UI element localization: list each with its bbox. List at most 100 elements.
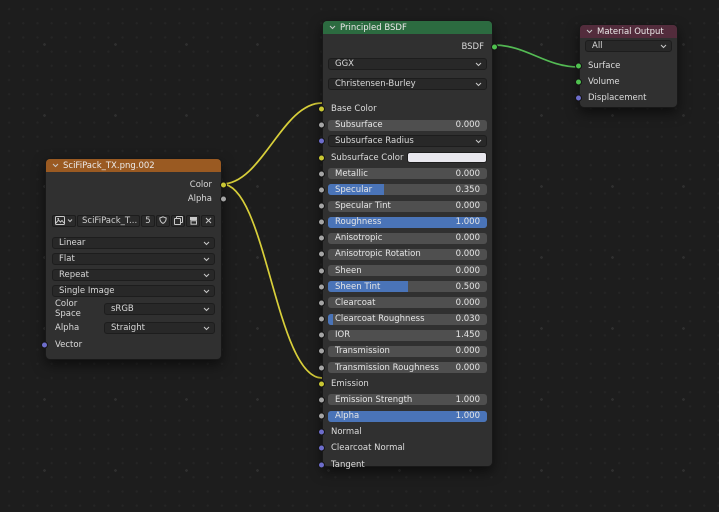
alpha-mode-row: Alpha Straight: [52, 321, 215, 334]
displacement-input-socket[interactable]: [575, 95, 582, 102]
alpha-output-label: Alpha: [188, 194, 212, 204]
row-clearcoat-normal: Clearcoat Normal: [328, 440, 487, 456]
clearcoat-roughness-slider[interactable]: Clearcoat Roughness0.030: [328, 314, 487, 325]
sheen-slider[interactable]: Sheen0.000: [328, 265, 487, 276]
row-tangent: Tangent: [328, 456, 487, 472]
alpha-slider[interactable]: Alpha1.000: [328, 411, 487, 422]
tangent-input-socket[interactable]: [318, 461, 325, 468]
row-anisotropic: Anisotropic0.000: [328, 230, 487, 246]
transmission-slider[interactable]: Transmission0.000: [328, 346, 487, 357]
sheen-tint-slider[interactable]: Sheen Tint0.500: [328, 281, 487, 292]
row-transmission-roughness: Transmission Roughness0.000: [328, 360, 487, 376]
image-name-field[interactable]: SciFiPack_T...: [77, 215, 140, 227]
subsurface-method-dropdown[interactable]: Christensen-Burley: [328, 78, 487, 90]
transmission-roughness-input-socket[interactable]: [318, 364, 325, 371]
roughness-input-socket[interactable]: [318, 219, 325, 226]
wire-color-to-emission[interactable]: [222, 184, 322, 378]
ior-input-socket[interactable]: [318, 332, 325, 339]
surface-input-socket[interactable]: [575, 63, 582, 70]
clearcoat-normal-input-socket[interactable]: [318, 445, 325, 452]
specular-input-socket[interactable]: [318, 186, 325, 193]
chevron-down-icon: [475, 62, 482, 67]
clearcoat-input-socket[interactable]: [318, 299, 325, 306]
new-image-button[interactable]: [171, 215, 185, 227]
subsurface-color-input-socket[interactable]: [318, 154, 325, 161]
specular-tint-input-socket[interactable]: [318, 203, 325, 210]
image-users-count[interactable]: 5: [141, 215, 155, 227]
copy-icon: [174, 216, 183, 225]
emission-strength-slider[interactable]: Emission Strength1.000: [328, 394, 487, 405]
ior-slider[interactable]: IOR1.450: [328, 330, 487, 341]
row-ior: IOR1.450: [328, 327, 487, 343]
wire-color-to-basecolor[interactable]: [222, 103, 322, 184]
specular-slider[interactable]: Specular0.350: [328, 184, 487, 195]
subsurface-radius-input-socket[interactable]: [318, 138, 325, 145]
subsurface-radius-dropdown[interactable]: Subsurface Radius: [328, 135, 487, 147]
principled-bsdf-node[interactable]: Principled BSDF BSDF GGX Christensen-Bur…: [322, 20, 493, 467]
shield-icon: [159, 216, 167, 225]
image-browse-button[interactable]: [52, 215, 76, 227]
row-roughness: Roughness1.000: [328, 214, 487, 230]
chevron-down-icon: [203, 273, 210, 278]
target-dropdown[interactable]: All: [585, 40, 672, 52]
row-specular: Specular0.350: [328, 182, 487, 198]
alpha-mode-label: Alpha: [52, 323, 104, 333]
source-dropdown[interactable]: Single Image: [52, 285, 215, 297]
anisotropic-rotation-slider[interactable]: Anisotropic Rotation0.000: [328, 249, 487, 260]
vector-input-socket[interactable]: [41, 341, 48, 348]
node-editor-canvas[interactable]: SciFiPack_TX.png.002 Color Alpha: [0, 0, 719, 512]
wire-bsdf-to-surface[interactable]: [493, 45, 579, 67]
principled-bsdf-node-header[interactable]: Principled BSDF: [323, 21, 492, 34]
row-emission-strength: Emission Strength1.000: [328, 392, 487, 408]
anisotropic-input-socket[interactable]: [318, 235, 325, 242]
subsurface-color-swatch[interactable]: [407, 152, 487, 163]
volume-input-row: Volume: [585, 74, 672, 90]
emission-strength-input-socket[interactable]: [318, 396, 325, 403]
sheen-tint-input-socket[interactable]: [318, 283, 325, 290]
pack-image-button[interactable]: [186, 215, 200, 227]
transmission-input-socket[interactable]: [318, 348, 325, 355]
row-transmission: Transmission0.000: [328, 343, 487, 359]
emission-input-socket[interactable]: [318, 380, 325, 387]
row-alpha: Alpha1.000: [328, 408, 487, 424]
transmission-roughness-slider[interactable]: Transmission Roughness0.000: [328, 362, 487, 373]
base-color-input-socket[interactable]: [318, 106, 325, 113]
image-icon: [55, 216, 65, 225]
subsurface-slider[interactable]: Subsurface0.000: [328, 120, 487, 131]
color-space-dropdown[interactable]: sRGB: [104, 303, 215, 315]
distribution-dropdown[interactable]: GGX: [328, 58, 487, 70]
chevron-down-icon: [203, 326, 210, 331]
sheen-input-socket[interactable]: [318, 267, 325, 274]
image-datablock-selector: SciFiPack_T... 5: [52, 214, 215, 227]
anisotropic-slider[interactable]: Anisotropic0.000: [328, 233, 487, 244]
color-output-socket[interactable]: [220, 182, 227, 189]
fake-user-button[interactable]: [156, 215, 170, 227]
interpolation-dropdown[interactable]: Linear: [52, 237, 215, 249]
metallic-input-socket[interactable]: [318, 170, 325, 177]
material-output-node[interactable]: Material Output All Surface Volume Displ…: [579, 24, 678, 108]
projection-dropdown[interactable]: Flat: [52, 253, 215, 265]
alpha-mode-dropdown[interactable]: Straight: [104, 322, 215, 334]
roughness-slider[interactable]: Roughness1.000: [328, 217, 487, 228]
material-output-node-header[interactable]: Material Output: [580, 25, 677, 38]
metallic-slider[interactable]: Metallic0.000: [328, 168, 487, 179]
alpha-output-socket[interactable]: [220, 196, 227, 203]
clearcoat-roughness-input-socket[interactable]: [318, 316, 325, 323]
subsurface-input-socket[interactable]: [318, 122, 325, 129]
collapse-chevron-icon[interactable]: [329, 25, 336, 30]
unlink-image-button[interactable]: [201, 215, 215, 227]
collapse-chevron-icon[interactable]: [586, 29, 593, 34]
normal-input-socket[interactable]: [318, 429, 325, 436]
specular-tint-slider[interactable]: Specular Tint0.000: [328, 201, 487, 212]
alpha-input-socket[interactable]: [318, 413, 325, 420]
volume-input-socket[interactable]: [575, 79, 582, 86]
bsdf-output-socket[interactable]: [491, 44, 498, 51]
image-texture-node[interactable]: SciFiPack_TX.png.002 Color Alpha: [45, 158, 222, 360]
collapse-chevron-icon[interactable]: [52, 163, 59, 168]
row-normal: Normal: [328, 424, 487, 440]
vector-input-row: Vector: [52, 337, 215, 352]
image-texture-node-header[interactable]: SciFiPack_TX.png.002: [46, 159, 221, 172]
clearcoat-slider[interactable]: Clearcoat0.000: [328, 297, 487, 308]
anisotropic-rotation-input-socket[interactable]: [318, 251, 325, 258]
extension-dropdown[interactable]: Repeat: [52, 269, 215, 281]
